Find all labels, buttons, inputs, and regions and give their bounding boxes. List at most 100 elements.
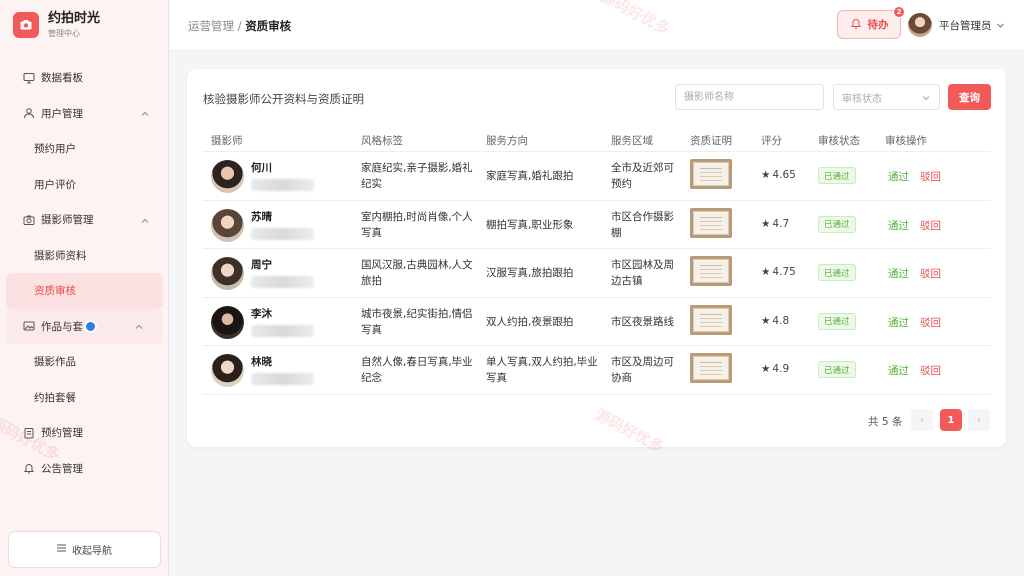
service-area: 市区合作摄影棚	[611, 210, 674, 239]
certificate-thumbnail[interactable]	[690, 304, 732, 335]
sidebar-item-label: 用户管理	[41, 107, 83, 120]
rating: ★ 4.7	[761, 217, 790, 230]
status-badge: 已通过	[818, 167, 856, 184]
reject-link[interactable]: 驳回	[920, 169, 941, 184]
photographer-search-input[interactable]	[675, 84, 824, 110]
photographer-avatar	[211, 305, 244, 339]
sidebar-item-works-packages[interactable]: 作品与套	[6, 308, 163, 344]
approve-link[interactable]: 通过	[888, 363, 909, 378]
chevron-down-icon[interactable]	[996, 20, 1005, 33]
star-icon: ★	[761, 169, 771, 181]
collapse-nav-button[interactable]: 收起导航	[8, 531, 161, 568]
todo-count-badge: 2	[893, 6, 905, 18]
photographer-name: 何川	[251, 162, 272, 174]
breadcrumb-current: 资质审核	[245, 19, 292, 33]
service-area: 全市及近郊可预约	[611, 162, 674, 190]
photographer-name: 林晓	[251, 356, 272, 368]
collapse-nav-label: 收起导航	[72, 546, 112, 557]
sidebar-item-label: 约拍套餐	[34, 391, 76, 404]
sidebar-item-booking-packages[interactable]: 约拍套餐	[0, 380, 169, 416]
status-badge: 已通过	[818, 264, 856, 281]
sidebar-item-photographer-management[interactable]: 摄影师管理	[0, 202, 169, 238]
sidebar-item-user-reviews[interactable]: 用户评价	[0, 167, 169, 203]
page-button-current[interactable]: 1	[940, 409, 962, 431]
sidebar-item-label: 摄影师资料	[34, 249, 87, 262]
user-name[interactable]: 平台管理员	[939, 18, 992, 33]
reject-link[interactable]: 驳回	[920, 315, 941, 330]
approve-link[interactable]: 通过	[888, 169, 909, 184]
sidebar-item-booking-users[interactable]: 预约用户	[0, 131, 169, 167]
sidebar-menu: 数据看板 用户管理 预约用户 用户评价 摄影师管理 摄影师资料 资质审核 作品与…	[0, 60, 169, 486]
star-icon: ★	[761, 266, 771, 278]
style-tags: 国风汉服,古典园林,人文旅拍	[361, 259, 473, 287]
prev-page-button[interactable]: ‹	[911, 409, 933, 431]
approve-link[interactable]: 通过	[888, 218, 909, 233]
table-row: 周宁 国风汉服,古典园林,人文旅拍 汉服写真,旅拍跟拍 市区园林及周边古镇 ★ 4…	[203, 249, 991, 298]
column-header: 审核状态	[818, 135, 860, 147]
sidebar-item-label: 数据看板	[41, 72, 83, 85]
certificate-thumbnail[interactable]	[690, 159, 732, 189]
breadcrumb-parent[interactable]: 运营管理	[188, 19, 234, 33]
sidebar-item-label: 作品与套	[41, 320, 83, 333]
style-tags: 室内棚拍,时尚肖像,个人写真	[361, 210, 473, 239]
reject-link[interactable]: 驳回	[920, 363, 941, 378]
photographer-avatar	[211, 160, 244, 193]
sidebar-item-user-management[interactable]: 用户管理	[0, 96, 169, 132]
certificate-thumbnail[interactable]	[690, 207, 732, 238]
table-header: 摄影师 风格标签 服务方向 服务区域 资质证明 评分 审核状态 审核操作	[203, 124, 991, 152]
redacted-contact	[251, 324, 314, 337]
certificate-thumbnail[interactable]	[690, 353, 732, 383]
redacted-contact	[251, 276, 314, 288]
user-icon	[22, 107, 35, 120]
sidebar-item-photo-works[interactable]: 摄影作品	[0, 344, 169, 380]
sidebar-item-label: 公告管理	[41, 462, 83, 475]
approve-link[interactable]: 通过	[888, 266, 909, 281]
certificate-thumbnail[interactable]	[690, 256, 732, 286]
breadcrumb: 运营管理 / 资质审核	[188, 18, 291, 34]
top-header: 运营管理 / 资质审核 待办 2 平台管理员	[170, 0, 1024, 51]
breadcrumb-separator: /	[237, 19, 242, 33]
redacted-contact	[251, 373, 314, 385]
redacted-contact	[251, 227, 314, 240]
column-header: 审核操作	[885, 135, 927, 147]
avatar[interactable]	[908, 13, 932, 37]
style-tags: 城市夜景,纪实街拍,情侣写真	[361, 307, 473, 336]
next-page-button[interactable]: ›	[968, 409, 990, 431]
sidebar-item-label: 用户评价	[34, 178, 76, 191]
table-row: 李沐 城市夜景,纪实街拍,情侣写真 双人约拍,夜景跟拍 市区夜景路线 ★ 4.8 …	[203, 298, 991, 346]
chevron-up-icon	[141, 109, 149, 121]
service-area: 市区及周边可协商	[611, 356, 674, 384]
column-header: 评分	[761, 135, 782, 147]
table-row: 林晓 自然人像,春日写真,毕业纪念 单人写真,双人约拍,毕业写真 市区及周边可协…	[203, 346, 991, 395]
sidebar-item-photographer-profiles[interactable]: 摄影师资料	[0, 238, 169, 274]
todo-button[interactable]: 待办 2	[837, 6, 905, 39]
review-card: 核验摄影师公开资料与资质证明 审核状态 查询 摄影师 风格标签 服务方向 服务区…	[187, 69, 1006, 447]
dashboard-icon	[22, 71, 35, 84]
sidebar-item-qualification-review[interactable]: 资质审核	[6, 273, 163, 309]
chevron-up-icon	[135, 322, 143, 334]
card-title: 核验摄影师公开资料与资质证明	[203, 92, 364, 106]
sidebar-item-dashboard[interactable]: 数据看板	[0, 60, 169, 96]
brand: 约拍时光 管理中心	[0, 0, 168, 50]
query-button[interactable]: 查询	[948, 84, 991, 110]
review-status-select[interactable]: 审核状态	[833, 84, 940, 110]
status-badge: 已通过	[818, 361, 856, 378]
service-direction: 单人写真,双人约拍,毕业写真	[486, 356, 598, 384]
rating: ★ 4.8	[761, 314, 790, 327]
table-row: 何川 家庭纪实,亲子摄影,婚礼纪实 家庭写真,婚礼跟拍 全市及近郊可预约 ★ 4.…	[203, 152, 991, 201]
notification-dot-icon	[84, 319, 97, 333]
sidebar-item-label: 摄影作品	[34, 356, 76, 369]
photographer-name: 李沐	[251, 307, 272, 320]
sidebar-item-label: 预约用户	[34, 143, 76, 156]
brand-subtitle: 管理中心	[48, 29, 80, 38]
approve-link[interactable]: 通过	[888, 315, 909, 330]
service-direction: 双人约拍,夜景跟拍	[486, 315, 574, 328]
review-table: 摄影师 风格标签 服务方向 服务区域 资质证明 评分 审核状态 审核操作 何川 …	[203, 124, 991, 395]
column-header: 服务方向	[486, 135, 528, 147]
rating: ★ 4.65	[761, 169, 796, 181]
reject-link[interactable]: 驳回	[920, 266, 941, 281]
reject-link[interactable]: 驳回	[920, 218, 941, 233]
sidebar-item-announcements[interactable]: 公告管理	[0, 451, 169, 487]
style-tags: 自然人像,春日写真,毕业纪念	[361, 356, 473, 384]
image-icon	[22, 320, 35, 333]
